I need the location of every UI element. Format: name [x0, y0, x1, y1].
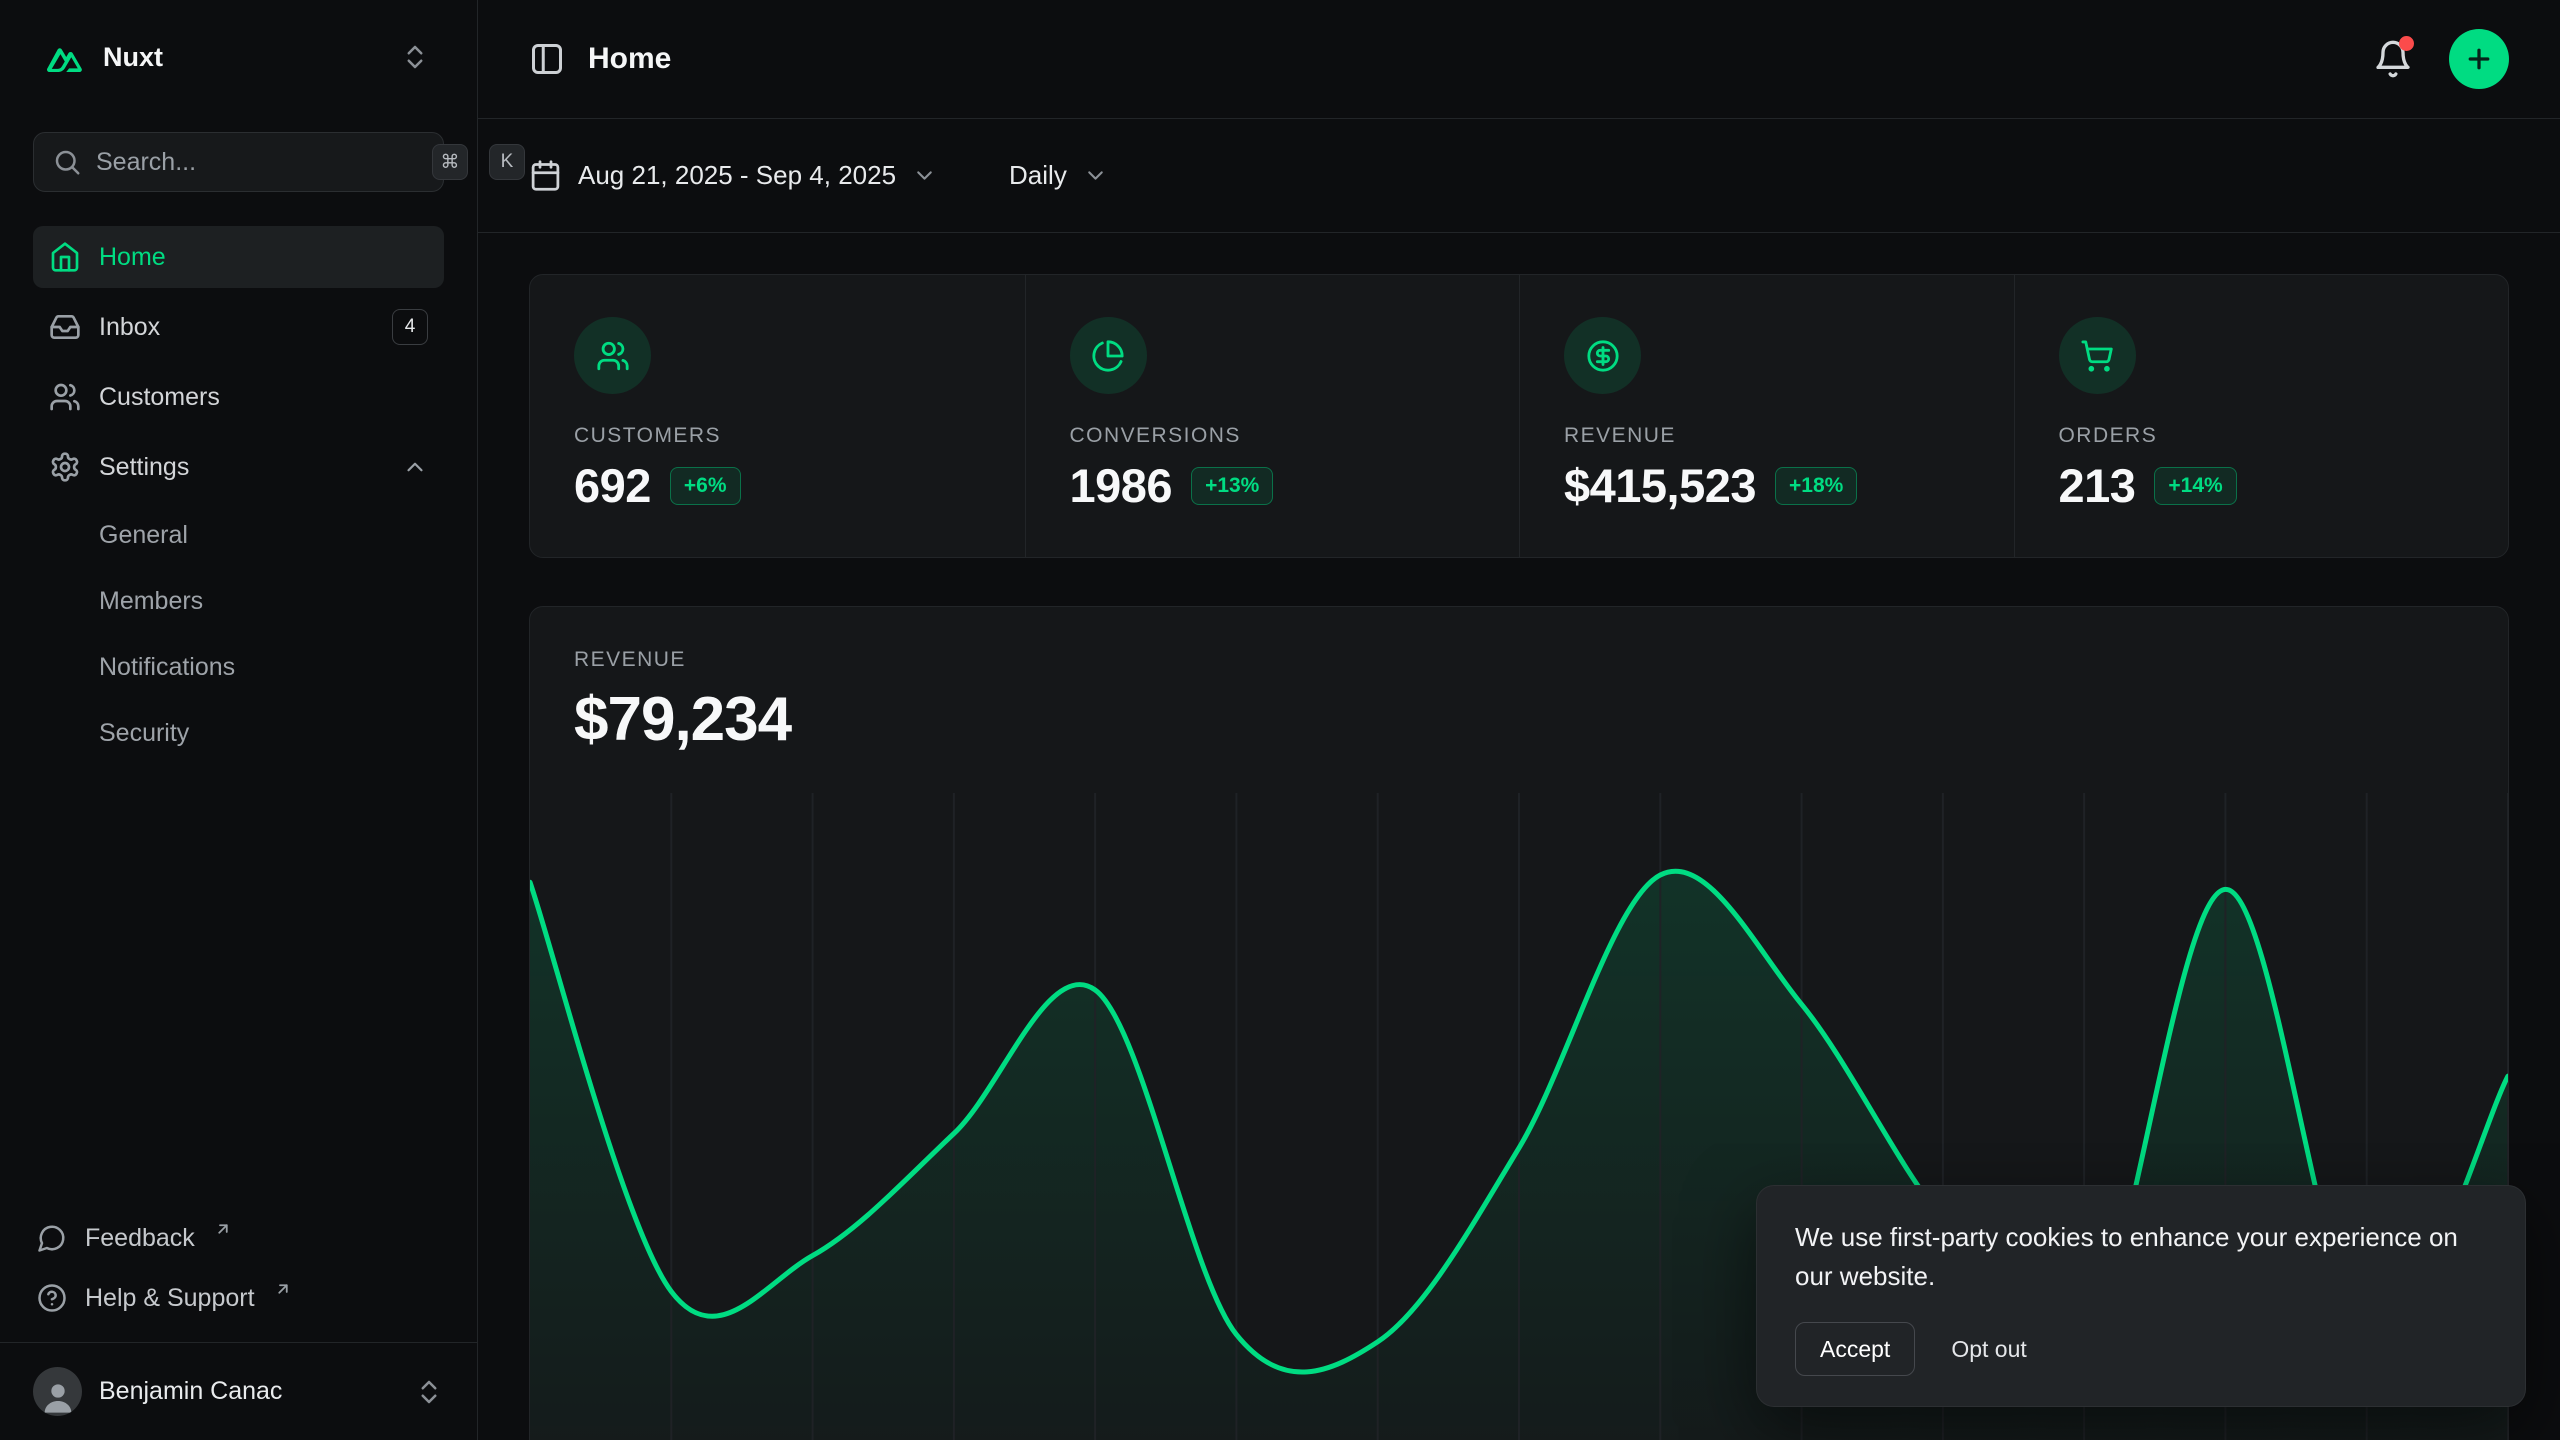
home-icon [49, 241, 81, 273]
sidebar-item-label: Inbox [99, 313, 160, 342]
sidebar-item-label: Settings [99, 453, 189, 482]
search-icon [52, 147, 82, 177]
sidebar-footer: Feedback Help & Support Benjamin Canac [33, 1208, 444, 1440]
cookie-banner: We use first-party cookies to enhance yo… [1756, 1185, 2526, 1407]
sidebar-subitem-general[interactable]: General [33, 506, 444, 564]
sidebar-item-inbox[interactable]: Inbox 4 [33, 296, 444, 358]
help-icon [37, 1283, 67, 1313]
stat-orders[interactable]: ORDERS 213 +14% [2014, 275, 2509, 557]
sidebar-item-customers[interactable]: Customers [33, 366, 444, 428]
command-kbd: ⌘ [432, 144, 468, 180]
pie-chart-icon [1070, 317, 1147, 394]
stat-label: ORDERS [2059, 424, 2465, 448]
inbox-icon [49, 311, 81, 343]
dollar-circle-icon [1564, 317, 1641, 394]
date-range-picker[interactable]: Aug 21, 2025 - Sep 4, 2025 [529, 159, 937, 192]
settings-icon [49, 451, 81, 483]
external-link-icon [214, 1220, 232, 1238]
user-menu[interactable]: Benjamin Canac [0, 1342, 477, 1440]
stat-label: CUSTOMERS [574, 424, 981, 448]
cookie-optout-button[interactable]: Opt out [1951, 1336, 2026, 1363]
add-button[interactable] [2449, 29, 2509, 89]
stat-revenue[interactable]: REVENUE $415,523 +18% [1519, 275, 2014, 557]
inbox-count-badge: 4 [392, 309, 428, 345]
granularity-label: Daily [1009, 160, 1067, 191]
feedback-icon [37, 1223, 67, 1253]
external-link-icon [274, 1280, 292, 1298]
notifications-button[interactable] [2373, 39, 2413, 79]
chevron-down-icon [1083, 163, 1108, 188]
cookie-message: We use first-party cookies to enhance yo… [1795, 1218, 2487, 1296]
sidebar-item-home[interactable]: Home [33, 226, 444, 288]
chevrons-up-down-icon [400, 42, 430, 72]
stat-delta-badge: +13% [1191, 467, 1273, 505]
stat-value: $415,523 [1564, 458, 1756, 513]
avatar [33, 1367, 82, 1416]
stat-label: CONVERSIONS [1070, 424, 1476, 448]
workspace-name: Nuxt [103, 42, 163, 73]
page-header: Home [478, 0, 2560, 119]
cookie-accept-button[interactable]: Accept [1795, 1322, 1915, 1376]
users-icon [49, 381, 81, 413]
sidebar: Nuxt ⌘ K Home Inbox 4 [0, 0, 478, 1440]
nuxt-logo [47, 41, 85, 73]
filters-toolbar: Aug 21, 2025 - Sep 4, 2025 Daily [478, 119, 2560, 233]
stat-customers[interactable]: CUSTOMERS 692 +6% [530, 275, 1025, 557]
granularity-select[interactable]: Daily [1009, 160, 1108, 191]
stat-delta-badge: +14% [2154, 467, 2236, 505]
plus-icon [2464, 44, 2494, 74]
sidebar-subitem-members[interactable]: Members [33, 572, 444, 630]
chevron-up-icon [402, 454, 428, 480]
revenue-card-label: REVENUE [574, 648, 2464, 672]
users-icon [574, 317, 651, 394]
calendar-icon [529, 159, 562, 192]
stat-delta-badge: +18% [1775, 467, 1857, 505]
stat-value: 213 [2059, 458, 2136, 513]
help-support-label: Help & Support [85, 1284, 255, 1313]
chevron-down-icon [912, 163, 937, 188]
sidebar-subitem-notifications[interactable]: Notifications [33, 638, 444, 696]
date-range-label: Aug 21, 2025 - Sep 4, 2025 [578, 160, 896, 191]
stat-label: REVENUE [1564, 424, 1970, 448]
sidebar-item-label: Home [99, 243, 166, 272]
feedback-label: Feedback [85, 1224, 195, 1253]
stats-row: CUSTOMERS 692 +6% CONVERSIONS 1986 +13% [529, 274, 2509, 558]
workspace-selector[interactable]: Nuxt [33, 24, 444, 90]
chevrons-up-down-icon [414, 1377, 444, 1407]
sidebar-item-settings[interactable]: Settings [33, 436, 444, 498]
help-support-link[interactable]: Help & Support [33, 1268, 444, 1328]
sidebar-nav: Home Inbox 4 Customers Settings General [33, 226, 444, 762]
search-box[interactable]: ⌘ K [33, 132, 444, 192]
search-input[interactable] [96, 148, 418, 177]
cart-icon [2059, 317, 2136, 394]
user-name: Benjamin Canac [99, 1377, 282, 1406]
sidebar-item-label: Customers [99, 383, 220, 412]
stat-value: 1986 [1070, 458, 1173, 513]
feedback-link[interactable]: Feedback [33, 1208, 444, 1268]
notification-dot [2399, 36, 2414, 51]
stat-value: 692 [574, 458, 651, 513]
stat-conversions[interactable]: CONVERSIONS 1986 +13% [1025, 275, 1520, 557]
panel-left-icon[interactable] [529, 41, 565, 77]
page-title: Home [588, 42, 671, 76]
revenue-card-value: $79,234 [574, 684, 2464, 755]
sidebar-subitem-security[interactable]: Security [33, 704, 444, 762]
stat-delta-badge: +6% [670, 467, 741, 505]
